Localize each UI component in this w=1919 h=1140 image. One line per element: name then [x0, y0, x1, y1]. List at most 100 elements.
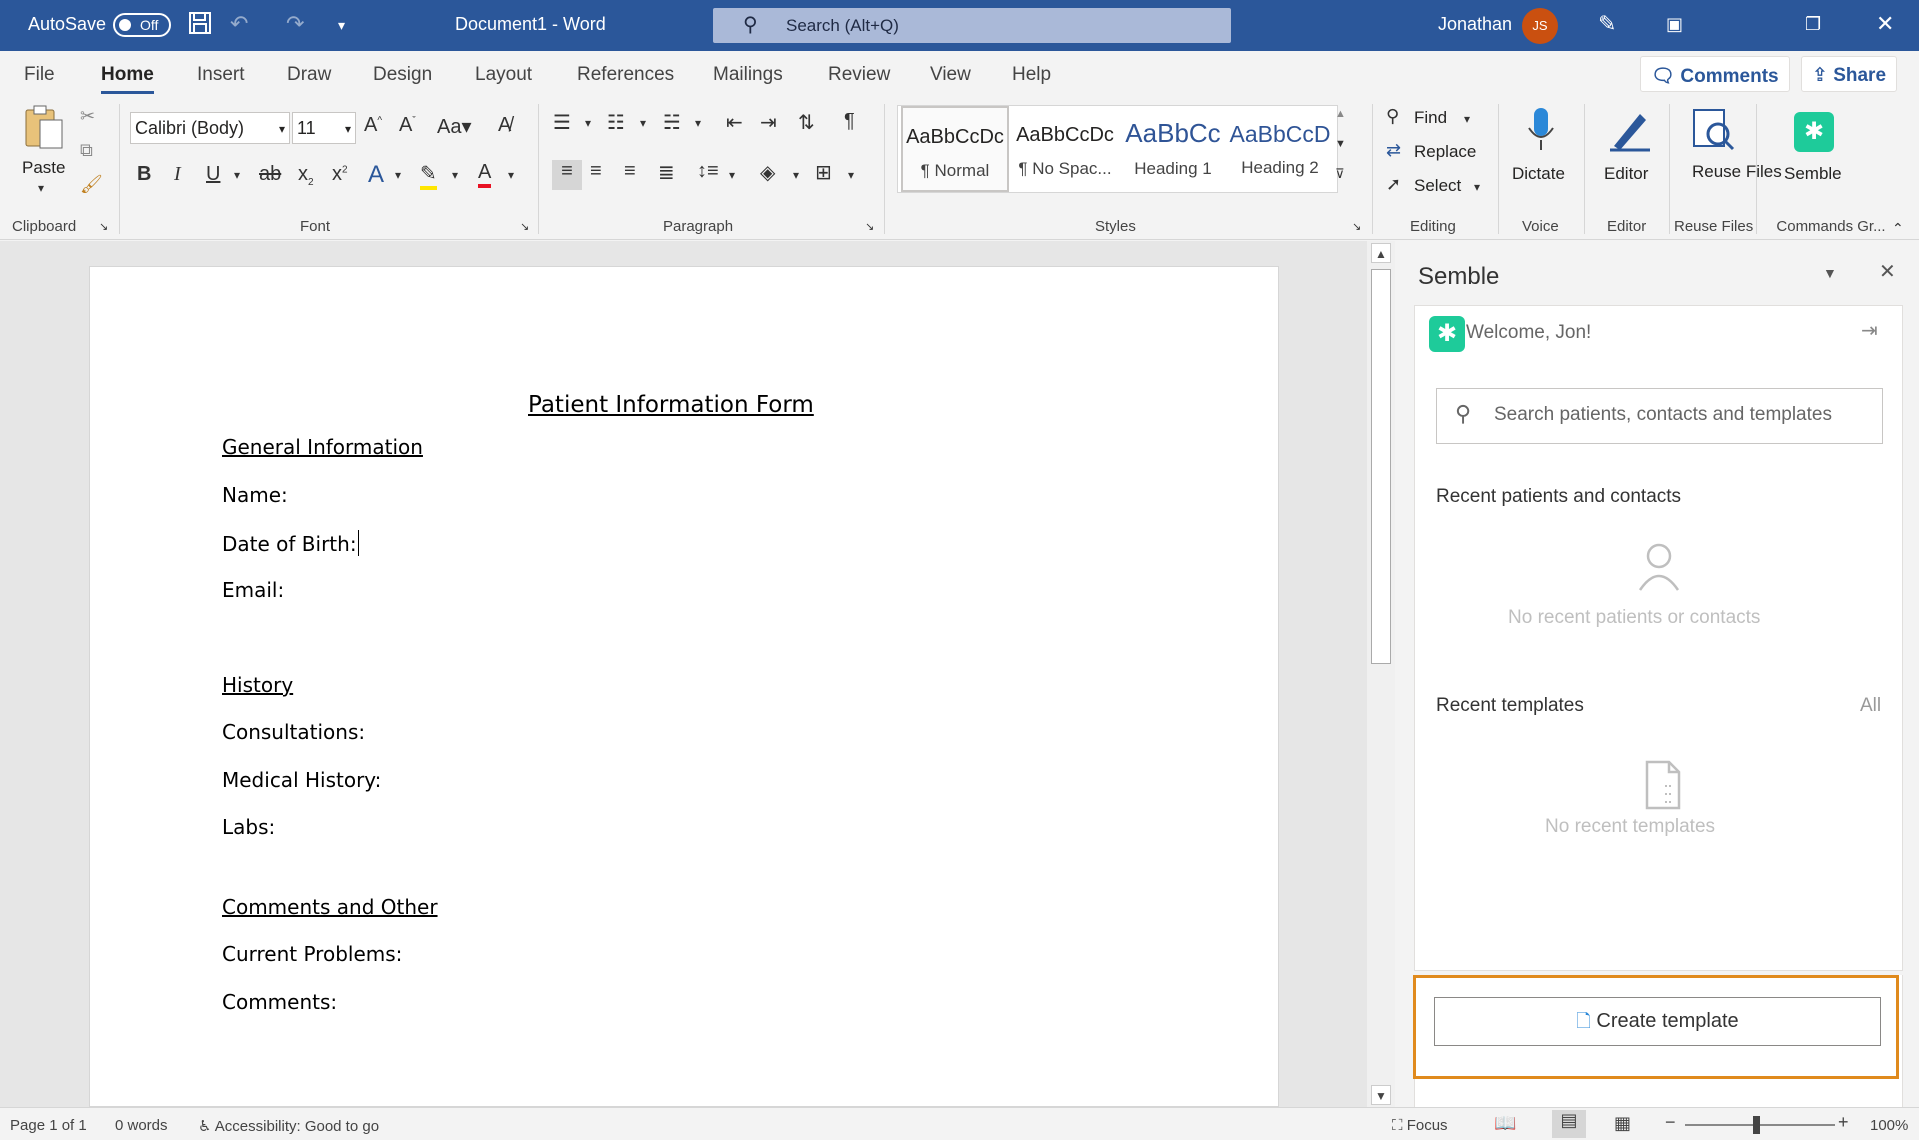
customize-qat-icon[interactable]: ▾: [338, 17, 345, 34]
shading-icon[interactable]: ◈: [760, 160, 775, 185]
collapse-ribbon-icon[interactable]: ⌃: [1892, 220, 1904, 237]
clipboard-launcher-icon[interactable]: ↘: [99, 220, 108, 233]
chevron-down-icon[interactable]: ▾: [585, 116, 591, 130]
paste-icon[interactable]: [22, 104, 66, 149]
accessibility-status[interactable]: ♿ Accessibility: Good to go: [198, 1117, 379, 1135]
vertical-scrollbar[interactable]: ▲ ▼: [1367, 241, 1395, 1107]
user-name[interactable]: Jonathan: [1438, 14, 1512, 35]
tab-view[interactable]: View: [930, 64, 971, 86]
zoom-in-icon[interactable]: +: [1838, 1112, 1849, 1133]
tab-layout[interactable]: Layout: [475, 64, 532, 86]
paragraph-launcher-icon[interactable]: ↘: [865, 220, 874, 233]
save-icon[interactable]: [188, 11, 212, 41]
all-templates-link[interactable]: All: [1860, 695, 1881, 717]
tab-help[interactable]: Help: [1012, 64, 1051, 86]
font-launcher-icon[interactable]: ↘: [520, 220, 529, 233]
tab-file[interactable]: File: [24, 64, 55, 86]
pane-close-icon[interactable]: ✕: [1879, 259, 1896, 284]
format-painter-icon[interactable]: 🖌: [80, 174, 103, 195]
styles-launcher-icon[interactable]: ↘: [1352, 220, 1361, 233]
justify-icon[interactable]: ≣: [658, 160, 675, 185]
chevron-down-icon[interactable]: ▾: [729, 168, 735, 182]
align-center-icon[interactable]: ≡: [590, 160, 602, 183]
styles-scroll-down-icon[interactable]: ▼: [1335, 138, 1346, 150]
zoom-slider[interactable]: [1685, 1116, 1835, 1134]
tab-insert[interactable]: Insert: [197, 64, 245, 86]
italic-icon[interactable]: I: [174, 163, 181, 186]
style-heading-2[interactable]: AaBbCcD Heading 2: [1226, 106, 1334, 192]
chevron-down-icon[interactable]: ▾: [508, 168, 514, 182]
numbering-icon[interactable]: ☷: [607, 110, 625, 135]
create-template-button[interactable]: 🗋 Create template: [1434, 997, 1881, 1046]
chevron-down-icon[interactable]: ▾: [234, 168, 240, 182]
undo-icon[interactable]: ↶: [230, 11, 248, 37]
shrink-font-icon[interactable]: Aˇ: [399, 114, 416, 137]
document-page[interactable]: Patient Information Form General Informa…: [89, 266, 1279, 1107]
scroll-up-icon[interactable]: ▲: [1371, 243, 1391, 263]
bullets-icon[interactable]: ☰: [553, 110, 571, 135]
tab-home[interactable]: Home: [101, 64, 154, 94]
borders-icon[interactable]: ⊞: [815, 160, 832, 185]
underline-icon[interactable]: U: [206, 163, 220, 186]
read-mode-icon[interactable]: 📖: [1494, 1113, 1516, 1134]
comments-button[interactable]: 🗨 Comments: [1640, 56, 1790, 92]
pane-options-icon[interactable]: ▼: [1823, 265, 1837, 281]
increase-indent-icon[interactable]: ⇥: [760, 110, 777, 135]
multilevel-list-icon[interactable]: ☵: [663, 110, 681, 135]
focus-button[interactable]: ⛶ Focus: [1392, 1117, 1448, 1134]
cut-icon[interactable]: ✂: [80, 106, 95, 127]
tab-mailings[interactable]: Mailings: [713, 64, 783, 86]
style-heading-1[interactable]: AaBbCc Heading 1: [1119, 106, 1227, 192]
tab-design[interactable]: Design: [373, 64, 432, 86]
chevron-down-icon[interactable]: ▾: [848, 168, 854, 182]
font-name-select[interactable]: Calibri (Body) ▾: [130, 112, 290, 144]
pane-search-input[interactable]: ⚲ Search patients, contacts and template…: [1436, 388, 1883, 444]
chevron-down-icon[interactable]: ▾: [395, 168, 401, 182]
chevron-down-icon[interactable]: ▾: [695, 116, 701, 130]
strikethrough-icon[interactable]: ab: [259, 163, 281, 186]
line-spacing-icon[interactable]: ↕≡: [697, 160, 719, 183]
paste-dropdown-icon[interactable]: ▾: [38, 181, 44, 195]
logout-icon[interactable]: ⇥: [1861, 318, 1878, 343]
sort-icon[interactable]: ⇅: [798, 110, 815, 135]
zoom-out-icon[interactable]: −: [1665, 1112, 1676, 1133]
restore-icon[interactable]: ❐: [1805, 14, 1821, 35]
close-icon[interactable]: ✕: [1876, 11, 1894, 37]
highlight-icon[interactable]: ✎: [420, 161, 437, 190]
share-button[interactable]: ⇪ Share: [1801, 56, 1897, 92]
search-box[interactable]: ⚲ Search (Alt+Q): [713, 8, 1231, 43]
print-layout-icon[interactable]: ▤: [1552, 1110, 1586, 1138]
chevron-down-icon[interactable]: ▾: [452, 168, 458, 182]
semble-ribbon-button[interactable]: ✱ Semble: [1770, 102, 1856, 202]
word-count[interactable]: 0 words: [115, 1117, 168, 1134]
pen-icon[interactable]: ✎: [1598, 11, 1616, 37]
scrollbar-thumb[interactable]: [1371, 269, 1391, 664]
scroll-down-icon[interactable]: ▼: [1371, 1085, 1391, 1105]
decrease-indent-icon[interactable]: ⇤: [726, 110, 743, 135]
dictate-button[interactable]: Dictate: [1502, 102, 1580, 202]
style-no-spacing[interactable]: AaBbCcDc ¶ No Spac...: [1011, 106, 1119, 192]
autosave-toggle[interactable]: Off: [113, 13, 171, 37]
align-left-icon[interactable]: ≡: [552, 160, 582, 190]
ribbon-display-icon[interactable]: ▣: [1666, 14, 1683, 35]
styles-scroll-up-icon[interactable]: ▲: [1335, 108, 1346, 120]
copy-icon[interactable]: ⧉: [80, 140, 93, 161]
font-size-select[interactable]: 11 ▾: [292, 112, 356, 144]
zoom-level[interactable]: 100%: [1870, 1117, 1908, 1134]
font-color-icon[interactable]: A: [478, 161, 492, 188]
chevron-down-icon[interactable]: ▾: [793, 168, 799, 182]
superscript-icon[interactable]: x2: [332, 163, 348, 186]
pilcrow-icon[interactable]: ¶: [844, 110, 855, 133]
reuse-files-button[interactable]: Reuse Files: [1672, 102, 1782, 212]
editor-button[interactable]: Editor: [1590, 102, 1668, 202]
redo-icon[interactable]: ↷: [286, 11, 304, 37]
tab-draw[interactable]: Draw: [287, 64, 331, 86]
styles-more-icon[interactable]: ⊽: [1335, 166, 1345, 182]
tab-references[interactable]: References: [577, 64, 674, 86]
clear-formatting-icon[interactable]: A̸: [498, 114, 511, 137]
bold-icon[interactable]: B: [137, 163, 151, 186]
avatar[interactable]: JS: [1522, 8, 1558, 44]
subscript-icon[interactable]: x2: [298, 163, 314, 188]
change-case-icon[interactable]: Aa▾: [437, 114, 472, 139]
grow-font-icon[interactable]: A^: [364, 114, 382, 137]
